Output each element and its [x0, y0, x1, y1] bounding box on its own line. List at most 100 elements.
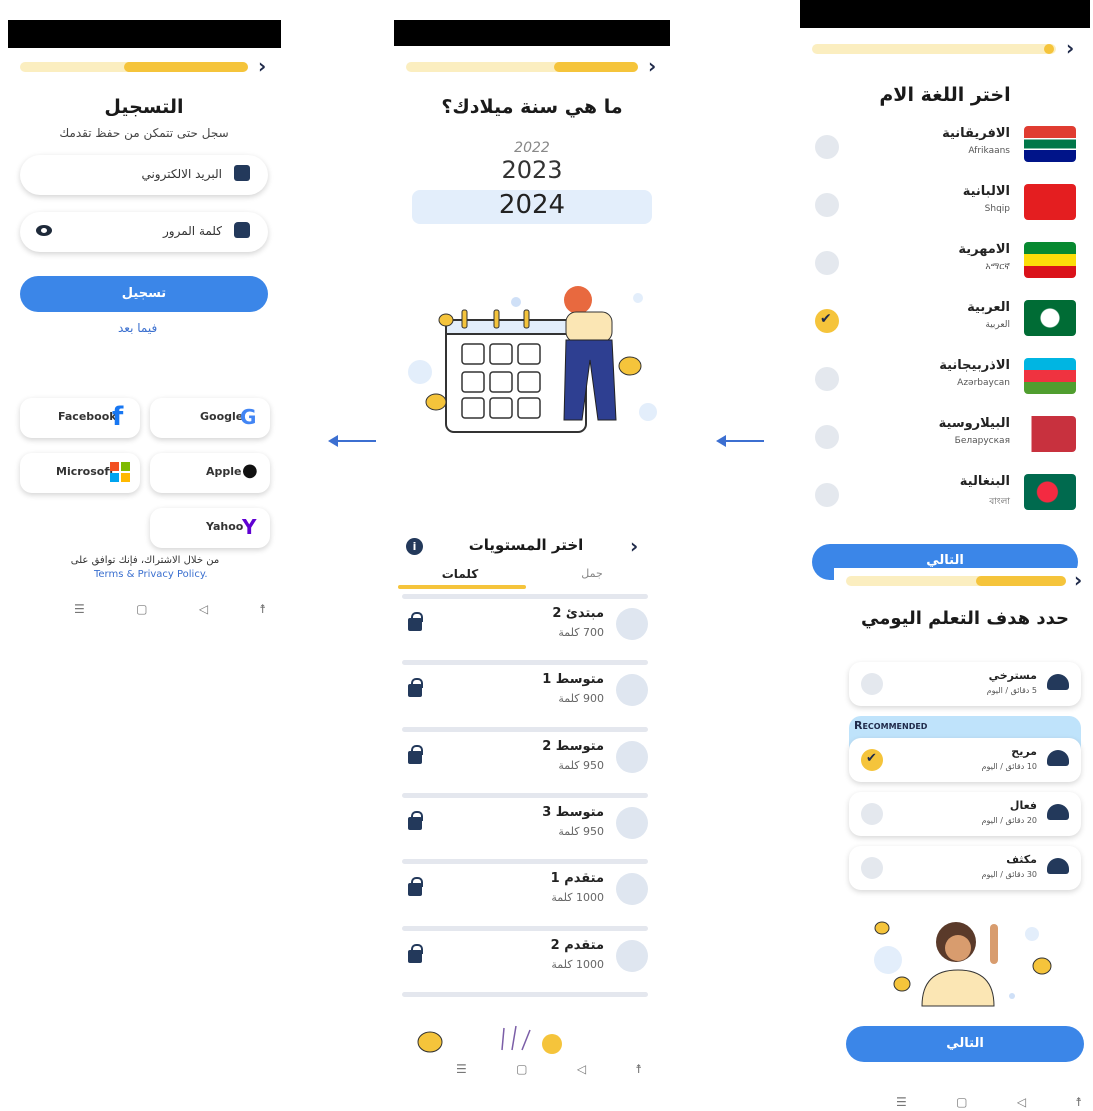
- back-icon[interactable]: ◁: [199, 602, 208, 616]
- page-title: التسجيل: [104, 96, 184, 118]
- level-card[interactable]: متقدم 2 1000 كلمة: [402, 925, 648, 978]
- goal-option[interactable]: فعال 20 دقائق / اليوم: [849, 792, 1081, 836]
- register-button[interactable]: تسجيل: [20, 276, 268, 312]
- back-chevron-icon[interactable]: ›: [1066, 38, 1074, 58]
- level-card[interactable]: متقدم 1 1000 كلمة: [402, 859, 648, 911]
- facebook-icon: f: [112, 402, 124, 432]
- year-option[interactable]: 2022: [412, 140, 652, 156]
- goal-duration: 20 دقائق / اليوم: [981, 816, 1037, 825]
- goal-radio-checked[interactable]: [861, 749, 883, 771]
- girl-illustration: [874, 921, 1052, 1007]
- info-icon[interactable]: i: [406, 538, 423, 555]
- language-item[interactable]: الامهرية አማርኛ: [800, 242, 1090, 298]
- menu-icon[interactable]: ☰: [74, 602, 85, 616]
- accessibility-icon[interactable]: ☨: [259, 602, 266, 616]
- language-item[interactable]: العربية العربية: [800, 300, 1090, 356]
- language-radio[interactable]: [815, 251, 839, 275]
- home-icon[interactable]: ▢: [956, 1095, 967, 1109]
- system-nav-bar: ☰ ▢ ◁ ☨: [456, 1062, 642, 1076]
- speedometer-icon: [1047, 674, 1069, 690]
- year-option-selected[interactable]: 2024: [412, 190, 652, 220]
- year-option[interactable]: 2023: [412, 156, 652, 184]
- status-bar: [8, 20, 281, 48]
- status-bar: [800, 0, 1090, 28]
- page-title: ما هي سنة ميلادك؟: [441, 96, 623, 118]
- level-word-count: 900 كلمة: [558, 692, 604, 706]
- level-divider: [402, 991, 648, 997]
- apple-button[interactable]: Apple ●: [150, 453, 270, 493]
- yahoo-button[interactable]: Yahoo Y: [150, 508, 270, 548]
- back-chevron-icon[interactable]: ›: [630, 536, 638, 556]
- later-link[interactable]: فيما بعد: [118, 321, 157, 335]
- language-radio[interactable]: [815, 483, 839, 507]
- goal-radio[interactable]: [861, 857, 883, 879]
- calendar-illustration: [408, 286, 657, 433]
- albania-flag-icon: [1024, 184, 1076, 220]
- bangladesh-flag-icon: [1024, 474, 1076, 510]
- progress-bar: [846, 576, 1066, 586]
- contact-card-icon: [234, 165, 250, 181]
- goal-option[interactable]: مسترخي 5 دقائق / اليوم: [849, 662, 1081, 706]
- tab-sentences[interactable]: جمل: [552, 567, 632, 580]
- accessibility-icon[interactable]: ☨: [635, 1062, 642, 1076]
- level-word-count: 1000 كلمة: [551, 891, 604, 905]
- google-button[interactable]: Google G: [150, 398, 270, 438]
- south-africa-flag-icon: [1024, 126, 1076, 162]
- level-word-count: 950 كلمة: [558, 758, 604, 772]
- home-icon[interactable]: ▢: [516, 1062, 527, 1076]
- active-tab-indicator: [398, 585, 526, 589]
- language-item[interactable]: الاذربيجانية Azərbaycan: [800, 358, 1090, 414]
- level-divider: [402, 792, 648, 798]
- speedometer-icon: [1047, 804, 1069, 820]
- language-item[interactable]: البيلاروسية Беларуская: [800, 416, 1090, 472]
- goal-option[interactable]: مكثف 30 دقائق / اليوم: [849, 846, 1081, 890]
- level-badge-icon: [616, 939, 648, 972]
- password-field[interactable]: كلمة المرور: [20, 212, 268, 252]
- language-native-name: Azərbaycan: [957, 378, 1010, 388]
- terms-link[interactable]: Terms & Privacy Policy.: [94, 569, 208, 580]
- back-chevron-icon[interactable]: ›: [258, 56, 266, 76]
- level-card[interactable]: مبتدئ 2 700 كلمة: [402, 594, 648, 646]
- home-icon[interactable]: ▢: [136, 602, 147, 616]
- level-card[interactable]: متوسط 1 900 كلمة: [402, 660, 648, 712]
- level-divider: [402, 925, 648, 931]
- goal-name: مكثف: [1006, 853, 1037, 866]
- show-password-eye-icon[interactable]: [36, 225, 52, 236]
- email-field[interactable]: البريد الالكتروني: [20, 155, 268, 195]
- goal-option-recommended[interactable]: مريح 10 دقائق / اليوم: [849, 738, 1081, 782]
- tab-words[interactable]: كلمات: [420, 567, 500, 581]
- menu-icon[interactable]: ☰: [896, 1095, 907, 1109]
- lock-icon: [408, 678, 423, 698]
- progress-fill: [554, 62, 638, 72]
- next-button[interactable]: التالي: [846, 1026, 1084, 1062]
- language-name: العربية: [967, 300, 1010, 315]
- level-divider: [402, 859, 648, 865]
- level-card[interactable]: متوسط 3 950 كلمة: [402, 792, 648, 845]
- microsoft-button[interactable]: Microsoft: [20, 453, 140, 493]
- language-item[interactable]: الافريقانية Afrikaans: [800, 126, 1090, 182]
- language-native-name: বাংলা: [989, 497, 1010, 507]
- progress-bar: [20, 62, 248, 72]
- language-item[interactable]: الالبانية Shqip: [800, 184, 1090, 240]
- facebook-button[interactable]: Facebook f: [20, 398, 140, 438]
- back-chevron-icon[interactable]: ›: [1074, 570, 1082, 590]
- language-radio[interactable]: [815, 367, 839, 391]
- page-title: اختر اللغة الام: [879, 84, 1011, 106]
- back-chevron-icon[interactable]: ›: [648, 56, 656, 76]
- level-card[interactable]: متوسط 2 950 كلمة: [402, 726, 648, 779]
- goal-radio[interactable]: [861, 673, 883, 695]
- progress-fill: [976, 576, 1066, 586]
- language-radio[interactable]: [815, 193, 839, 217]
- level-name: متوسط 2: [542, 738, 604, 754]
- language-radio[interactable]: [815, 425, 839, 449]
- language-item[interactable]: البنغالية বাংলা: [800, 474, 1090, 530]
- language-radio-checked[interactable]: [815, 309, 839, 333]
- back-icon[interactable]: ◁: [1017, 1095, 1026, 1109]
- goal-radio[interactable]: [861, 803, 883, 825]
- language-radio[interactable]: [815, 135, 839, 159]
- menu-icon[interactable]: ☰: [456, 1062, 467, 1076]
- back-icon[interactable]: ◁: [577, 1062, 586, 1076]
- language-native-name: አማርኛ: [985, 262, 1010, 272]
- accessibility-icon[interactable]: ☨: [1075, 1095, 1082, 1109]
- system-nav-bar: ☰ ▢ ◁ ☨: [74, 602, 266, 616]
